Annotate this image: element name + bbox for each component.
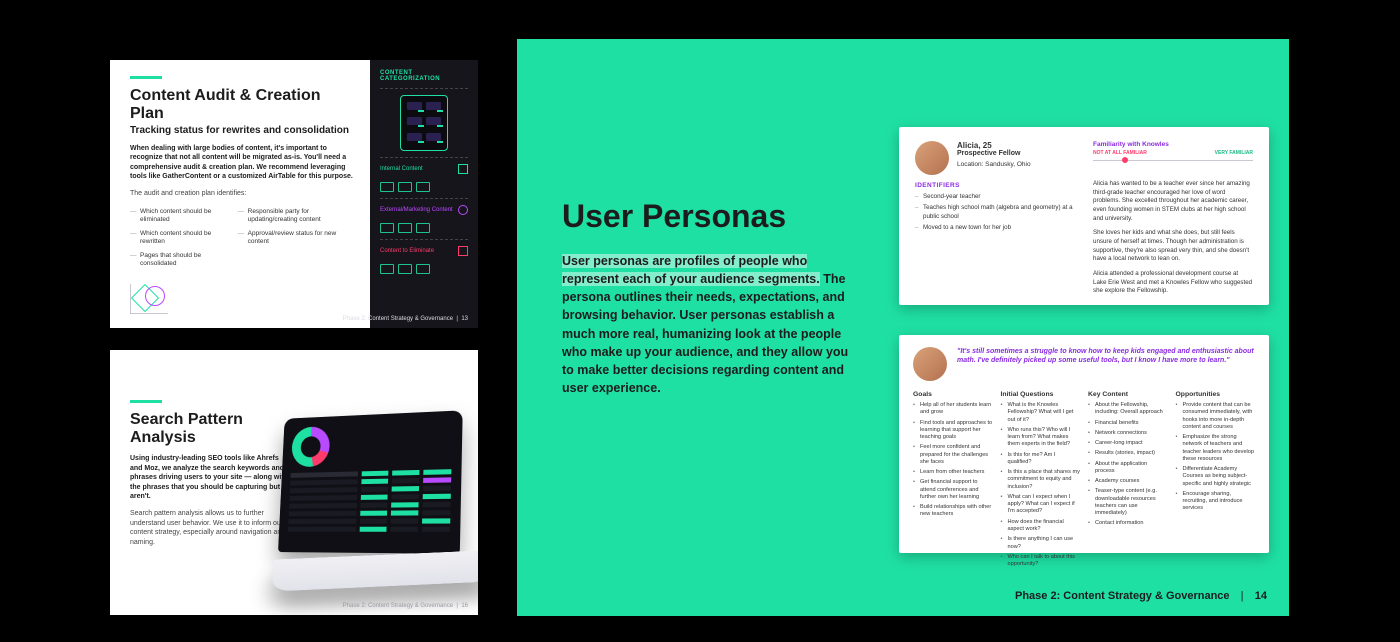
bio-paragraph: She loves her kids and what she does, bu… — [1093, 229, 1253, 264]
geometric-decoration-icon — [130, 284, 168, 314]
persona-quote: "It's still sometimes a struggle to know… — [957, 347, 1255, 366]
list-item: Help all of her students learn and grow — [913, 402, 993, 417]
search-title: Search Pattern Analysis — [130, 411, 290, 446]
search-lead: Using industry-leading SEO tools like Ah… — [130, 454, 290, 501]
identifiers-heading: IDENTIFIERS — [915, 182, 1075, 189]
list-item: Find tools and approaches to learning th… — [913, 420, 993, 442]
avatar — [915, 141, 949, 175]
audit-list-right: Responsible party for updating/creating … — [238, 203, 354, 274]
slider-label-left: NOT AT ALL FAMILIAR — [1093, 150, 1147, 156]
list-item: Who can I talk to about this opportunity… — [1001, 554, 1081, 569]
cat-row-eliminate: Content to Eliminate — [380, 246, 468, 256]
list-item: Financial benefits — [1088, 420, 1168, 427]
list-item: Career-long impact — [1088, 440, 1168, 447]
persona-details-card: "It's still sometimes a struggle to know… — [899, 335, 1269, 553]
list-item: Contact information — [1088, 520, 1168, 527]
categorization-panel: CONTENT CATEGORIZATION Internal Content … — [370, 60, 478, 328]
list-item: Feel more confident and prepared for the… — [913, 444, 993, 466]
footer-page: 16 — [461, 603, 468, 609]
search-body: Search pattern analysis allows us to fur… — [130, 509, 290, 547]
list-item: Academy courses — [1088, 478, 1168, 485]
list-item: Which content should be eliminated — [130, 208, 220, 225]
bio-paragraph: Alicia has wanted to be a teacher ever s… — [1093, 180, 1253, 223]
persona-bio: Alicia has wanted to be a teacher ever s… — [1093, 180, 1253, 296]
list-item: Is this for me? Am I qualified? — [1001, 452, 1081, 467]
audit-list-left: Which content should be eliminated Which… — [130, 203, 220, 274]
column-heading: Initial Questions — [1001, 391, 1081, 398]
footer-page: 14 — [1255, 590, 1267, 602]
column-heading: Key Content — [1088, 391, 1168, 398]
clipboard-icon — [458, 246, 468, 256]
user-personas-card: User Personas User personas are profiles… — [517, 39, 1289, 616]
cat-label: Internal Content — [380, 166, 423, 172]
list-item: Responsible party for updating/creating … — [238, 208, 354, 225]
content-audit-card: Content Audit & Creation Plan Tracking s… — [110, 60, 478, 328]
list-item: Teaser-type content (e.g. downloadable r… — [1088, 488, 1168, 517]
list-item: Is there anything I can use now? — [1001, 536, 1081, 551]
cat-row-internal: Internal Content — [380, 164, 468, 174]
list-item: Provide content that can be consumed imm… — [1176, 402, 1256, 431]
page-footer: Phase 2: Content Strategy & Governance |… — [1015, 590, 1267, 602]
list-item: Network connections — [1088, 430, 1168, 437]
page-footer: Phase 2: Content Strategy & Governance |… — [343, 603, 468, 609]
column-heading: Goals — [913, 391, 993, 398]
bio-paragraph: Alicia attended a professional developme… — [1093, 270, 1253, 296]
page-footer: Phase 2: Content Strategy & Governance |… — [343, 316, 468, 322]
footer-page: 13 — [461, 316, 468, 322]
cat-label: External/Marketing Content — [380, 207, 453, 213]
grid-icon — [458, 164, 468, 174]
list-item: Approval/review status for new content — [238, 230, 354, 247]
personas-body-highlight: User personas are profiles of people who… — [562, 254, 820, 286]
accent-bar — [130, 76, 162, 79]
persona-profile-card: Alicia, 25 Prospective Fellow Location: … — [899, 127, 1269, 305]
persona-columns: Goals Help all of her students learn and… — [913, 391, 1255, 571]
list-item: Second-year teacher — [915, 193, 1075, 201]
search-pattern-card: Search Pattern Analysis Using industry-l… — [110, 350, 478, 615]
list-item: Pages that should be consolidated — [130, 252, 220, 269]
table-mock-icon — [288, 469, 451, 532]
footer-phase: Phase 2: Content Strategy & Governance — [1015, 590, 1230, 602]
list-item: Get financial support to attend conferen… — [913, 479, 993, 501]
audit-title: Content Audit & Creation Plan — [130, 87, 354, 123]
categorization-title: CONTENT CATEGORIZATION — [380, 70, 468, 82]
list-item: About the application process — [1088, 461, 1168, 476]
list-item: About the Fellowship, including: Overall… — [1088, 402, 1168, 417]
slider-label-right: VERY FAMILIAR — [1215, 150, 1253, 156]
cat-label: Content to Eliminate — [380, 248, 434, 254]
list-item: What is the Knowles Fellowship? What wil… — [1001, 402, 1081, 424]
familiarity-label: Familiarity with Knowles — [1093, 141, 1253, 148]
list-item: Learn from other teachers — [913, 469, 993, 476]
list-item: Who runs this? Who will I learn from? Wh… — [1001, 427, 1081, 449]
list-item: What can I expect when I apply? What can… — [1001, 494, 1081, 516]
avatar — [913, 347, 947, 381]
list-item: Encourage sharing, recruiting, and intro… — [1176, 491, 1256, 513]
laptop-mock-icon — [273, 413, 478, 603]
list-item: Differentiate Academy Courses as being s… — [1176, 466, 1256, 488]
list-item: Build relationships with other new teach… — [913, 504, 993, 519]
globe-icon — [458, 205, 468, 215]
list-item: Teaches high school math (algebra and ge… — [915, 204, 1075, 221]
list-item: Which content should be rewritten — [130, 230, 220, 247]
list-item: Moved to a new town for her job — [915, 224, 1075, 232]
column-heading: Opportunities — [1176, 391, 1256, 398]
footer-phase: Phase 2: Content Strategy & Governance — [343, 603, 453, 609]
footer-phase: Phase 2: Content Strategy & Governance — [343, 316, 453, 322]
list-item: Results (stories, impact) — [1088, 450, 1168, 457]
personas-title: User Personas — [562, 198, 862, 240]
list-item: Is this a place that shares my commitmen… — [1001, 469, 1081, 491]
personas-body-rest: The persona outlines their needs, expect… — [562, 272, 848, 395]
list-item: Emphasize the strong network of teachers… — [1176, 434, 1256, 463]
audit-intro: The audit and creation plan identifies: — [130, 190, 354, 197]
phone-mock-icon — [400, 95, 448, 151]
donut-chart-icon — [291, 426, 330, 467]
audit-subtitle: Tracking status for rewrites and consoli… — [130, 125, 354, 136]
personas-body: User personas are profiles of people who… — [562, 252, 862, 397]
list-item: How does the financial aspect work? — [1001, 519, 1081, 534]
accent-bar — [130, 400, 162, 403]
familiarity-slider: NOT AT ALL FAMILIAR VERY FAMILIAR — [1093, 154, 1253, 166]
cat-row-external: External/Marketing Content — [380, 205, 468, 215]
audit-lead: When dealing with large bodies of conten… — [130, 144, 354, 182]
